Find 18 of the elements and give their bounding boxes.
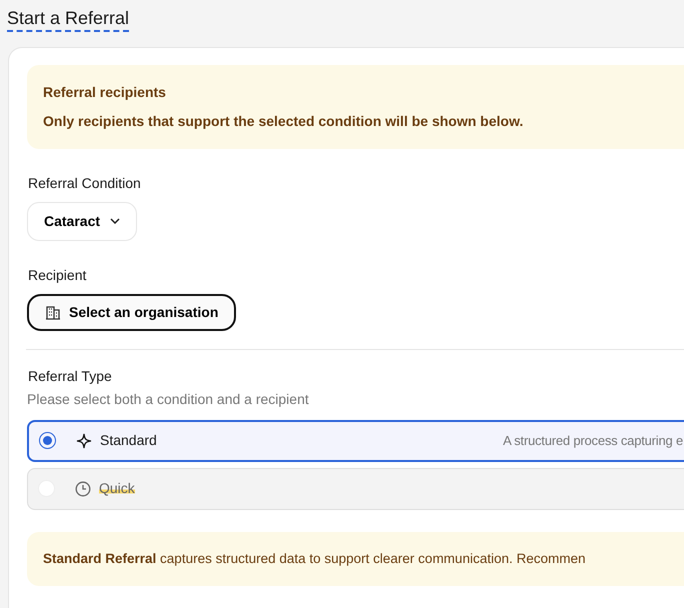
building-icon <box>45 304 61 320</box>
chevron-down-icon <box>110 218 120 224</box>
condition-dropdown[interactable]: Cataract <box>27 202 138 240</box>
sparkle-icon <box>76 432 92 448</box>
option-label: Standard <box>100 431 157 450</box>
select-organisation-button[interactable]: Select an organisation <box>27 294 236 330</box>
hint-text: Please select both a condition and a recipient <box>27 390 310 409</box>
option-description: A structured process capturing e <box>502 432 684 450</box>
field-label: Referral Type <box>28 366 113 386</box>
page-title: Start a Referral <box>7 7 130 32</box>
clock-icon <box>75 480 91 496</box>
radio-button[interactable] <box>39 432 56 449</box>
note-banner: Standard Referral captures structured data to support clearer communication. Recommen <box>27 532 684 586</box>
field-label: Recipient <box>28 266 88 285</box>
banner-text: Only recipients that support the selected condition will be shown below. <box>43 112 524 131</box>
referral-type-option[interactable]: Standard A structured process capturing e <box>27 420 684 462</box>
field-label: Referral Condition <box>28 174 142 192</box>
banner-title: Referral recipients <box>43 82 167 102</box>
